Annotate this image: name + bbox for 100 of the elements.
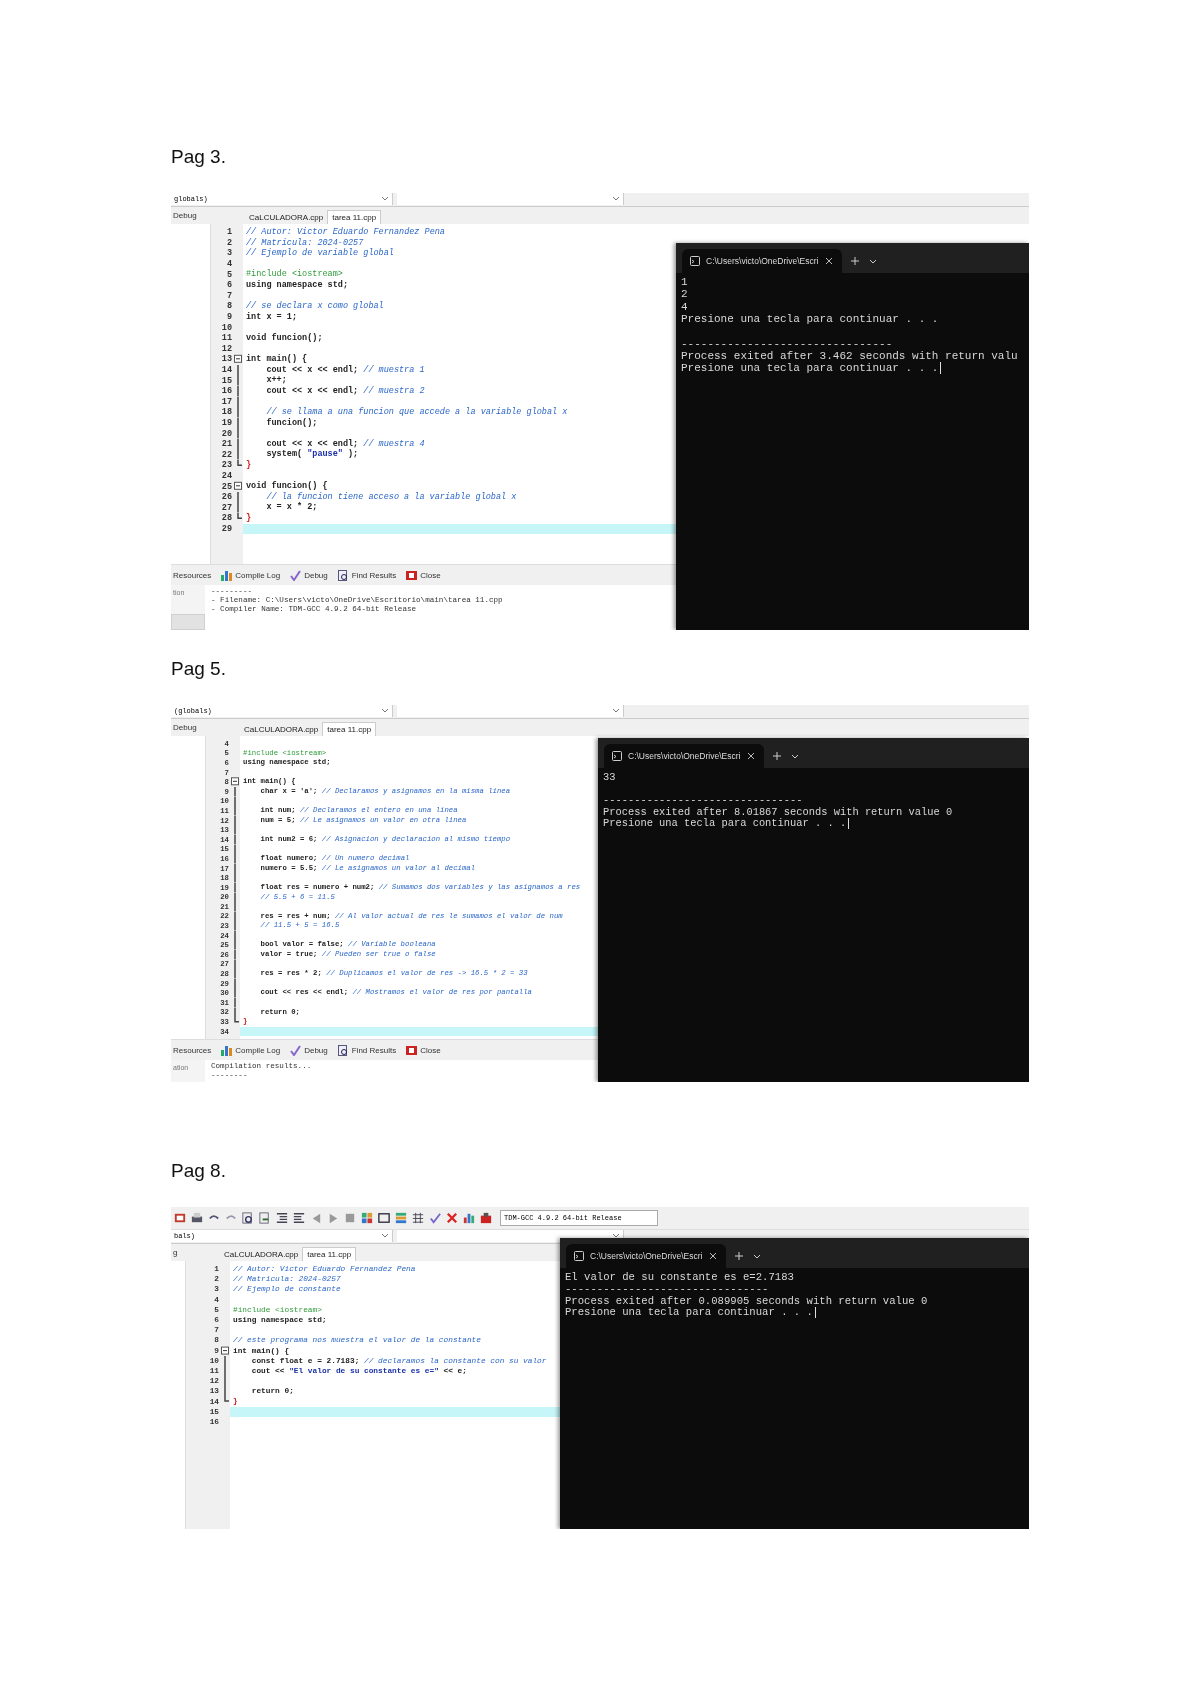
line-number: 20 — [220, 428, 233, 439]
bar-chart-icon[interactable] — [462, 1211, 476, 1225]
indent-icon[interactable] — [275, 1211, 289, 1225]
fold-box-icon[interactable] — [221, 1345, 230, 1356]
plus-icon[interactable] — [734, 1251, 745, 1261]
line-number: 21 — [220, 439, 233, 450]
cross-icon[interactable] — [445, 1211, 459, 1225]
line-number: 10 — [220, 322, 233, 333]
search-icon — [337, 1044, 349, 1056]
terminal-icon — [574, 1251, 584, 1261]
bar-chart-icon — [221, 1044, 233, 1056]
line-number: 25 — [220, 481, 233, 492]
window-icon[interactable] — [173, 1211, 187, 1225]
unindent-icon[interactable] — [292, 1211, 306, 1225]
code-line: using namespace std; — [246, 279, 349, 290]
file-tab[interactable]: tarea 11.cpp — [327, 210, 382, 224]
terminal-line: 4 — [681, 300, 688, 313]
printer-icon[interactable] — [190, 1211, 204, 1225]
close-icon[interactable] — [824, 256, 835, 266]
line-number: 27 — [220, 502, 233, 513]
line-number: 24 — [220, 470, 233, 481]
terminal-line: 33 — [603, 770, 616, 783]
check-icon — [290, 1044, 302, 1056]
terminal-line: Presione una tecla para continuar . . . — [565, 1306, 813, 1319]
code-line: x++; — [266, 375, 287, 386]
panel-tab[interactable]: Debug — [171, 723, 220, 736]
close-icon[interactable] — [708, 1251, 719, 1261]
line-number: 8 — [225, 301, 233, 312]
check-icon[interactable] — [428, 1211, 442, 1225]
terminal-line: Process exited after 8.01867 seconds with return value 0 — [603, 805, 953, 818]
code-line: int x = 1; — [246, 311, 297, 322]
panel-tab[interactable]: Debug — [288, 1044, 330, 1056]
panel-tab[interactable]: Find Results — [335, 1044, 399, 1056]
code-line: // Matricula: 2024-0257 — [246, 237, 364, 248]
file-tab[interactable]: CaLCULADORA.cpp — [245, 210, 328, 224]
line-number: 6 — [225, 280, 233, 291]
page-heading: Pag 5. — [171, 657, 226, 681]
file-tab[interactable]: tarea 11.cpp — [322, 722, 377, 736]
terminal-line: El valor de su constante es e=2.7183 — [565, 1270, 794, 1283]
code-line: // la funcion tiene acceso a la variable global x — [266, 491, 517, 502]
grid-icon[interactable] — [411, 1211, 425, 1225]
terminal-line: Process exited after 3.462 seconds with return valu — [681, 349, 1018, 362]
terminal-tab[interactable]: C:\Users\victo\OneDrive\Escri — [604, 744, 765, 768]
terminal-title: C:\Users\victo\OneDrive\Escri — [706, 256, 819, 266]
terminal-line: Process exited after 0.089905 seconds with return value 0 — [565, 1294, 928, 1307]
file-tab[interactable]: CaLCULADORA.cpp — [240, 722, 323, 736]
line-number: 17 — [220, 396, 233, 407]
terminal-line: Presione una tecla para continuar . . . — [603, 817, 847, 830]
page-heading: Pag 3. — [171, 145, 226, 169]
panel-tab[interactable]: Compile Log — [219, 1044, 283, 1056]
replace-icon[interactable] — [258, 1211, 272, 1225]
fold-box-icon[interactable] — [234, 481, 243, 492]
chevron-down-icon[interactable] — [612, 1233, 620, 1239]
terminal-tab[interactable]: C:\Users\victo\OneDrive\Escri — [682, 249, 843, 273]
code-line: cout << x << endl; // muestra 4 — [266, 438, 425, 449]
line-number: 5 — [225, 269, 233, 280]
line-number: 12 — [220, 343, 233, 354]
code-line: funcion(); — [266, 417, 318, 428]
find-icon[interactable] — [241, 1211, 255, 1225]
code-line: void funcion(); — [246, 332, 323, 343]
symbol-dropdown[interactable] — [397, 1230, 624, 1242]
code-line: void funcion() { — [246, 481, 328, 492]
plus-icon[interactable] — [850, 256, 861, 266]
code-line: int main() { — [246, 354, 308, 365]
panel-tab[interactable]: Close — [404, 1044, 443, 1056]
close-icon — [406, 569, 418, 581]
check-icon — [290, 569, 302, 581]
window-layout-icon[interactable] — [377, 1211, 391, 1225]
file-tab[interactable]: CaLCULADORA.cpp — [220, 1247, 303, 1261]
line-number: 26 — [220, 492, 233, 503]
file-tab[interactable]: tarea 11.cpp — [302, 1247, 357, 1261]
panel-tab[interactable]: Debug — [288, 569, 330, 581]
line-number: 2 — [225, 237, 233, 248]
terminal-line: Presione una tecla para continuar . . . — [681, 362, 939, 375]
plus-icon[interactable] — [772, 751, 783, 761]
fold-box-icon[interactable] — [231, 777, 240, 787]
code-line: #include <iostream> — [246, 269, 343, 280]
fold-box-icon[interactable] — [234, 354, 243, 365]
code-line: x = x * 2; — [266, 502, 318, 513]
search-icon — [337, 569, 349, 581]
terminal-tab[interactable]: C:\Users\victo\OneDrive\Escri — [566, 1244, 727, 1268]
terminal-line: Presione una tecla para continuar . . . — [681, 313, 939, 326]
terminal-title: C:\Users\victo\OneDrive\Escri — [628, 751, 741, 761]
panel-tab[interactable]: Resources — [171, 1045, 214, 1055]
panel-tab[interactable]: Find Results — [335, 569, 399, 581]
line-number: 23 — [220, 460, 233, 471]
panel-tab[interactable]: Resources — [171, 570, 214, 580]
line-number: 14 — [220, 365, 233, 375]
panel-tab[interactable]: Close — [404, 569, 443, 581]
terminal-line: -------------------------------- — [603, 794, 803, 806]
terminal-title: C:\Users\victo\OneDrive\Escri — [590, 1251, 703, 1261]
terminal-icon — [612, 751, 622, 761]
panel-tab[interactable]: Compile Log — [219, 569, 283, 581]
panel-tab[interactable]: g — [171, 1248, 200, 1261]
close-icon[interactable] — [746, 751, 757, 761]
line-number: 7 — [225, 290, 233, 301]
code-line: } — [246, 460, 252, 471]
panel-tab[interactable]: Debug — [171, 211, 225, 224]
terminal-icon — [690, 256, 700, 266]
terminal-line: 1 — [681, 276, 688, 289]
